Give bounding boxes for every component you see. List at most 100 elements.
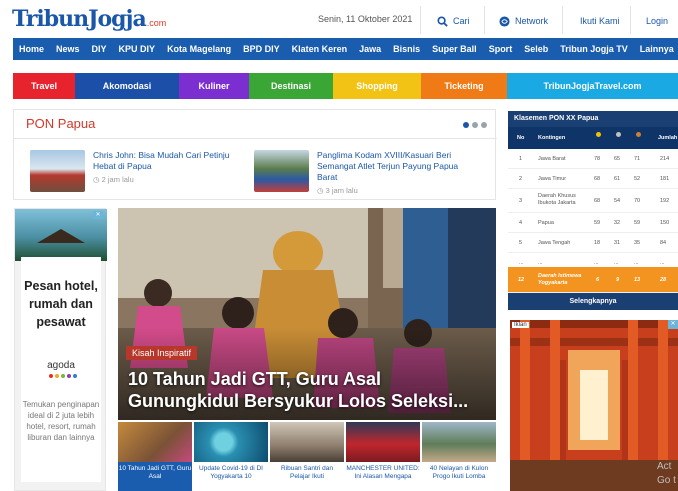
- ad-close-icon[interactable]: ✕: [93, 211, 103, 219]
- network-icon: [499, 15, 510, 27]
- category-tribunjogjatravel[interactable]: TribunJogjaTravel.com: [507, 73, 678, 99]
- news-headline[interactable]: Panglima Kodam XVIII/Kasuari Beri Semang…: [317, 150, 467, 183]
- nav-item-super-ball[interactable]: Super Ball: [426, 38, 483, 60]
- standings-row[interactable]: 3 Daerah Khusus Ibukota Jakarta 68 54 70…: [508, 189, 678, 213]
- strip-caption[interactable]: Update Covid-19 di DI Yogyakarta 10: [194, 462, 268, 491]
- strip-caption[interactable]: 10 Tahun Jadi GTT, Guru Asal: [118, 462, 192, 491]
- hut-shape: [37, 229, 85, 243]
- standings-row[interactable]: 4 Papua 59 32 59 150: [508, 213, 678, 233]
- nav-item-lainnya[interactable]: Lainnya: [634, 38, 678, 60]
- ad-label: Iklan: [512, 322, 529, 328]
- strip-item[interactable]: 40 Nelayan di Kulon Progo Ikuti Lomba: [422, 422, 496, 491]
- section-title[interactable]: PON Papua: [26, 116, 95, 131]
- strip-caption[interactable]: 40 Nelayan di Kulon Progo Ikuti Lomba: [422, 462, 496, 491]
- divider: [630, 6, 631, 34]
- right-ad-banner[interactable]: Iklan ✕: [510, 320, 678, 491]
- ad-close-icon[interactable]: ✕: [668, 320, 678, 329]
- standings-header-row: No Kontingen Jumlah: [508, 127, 678, 149]
- nav-item-home[interactable]: Home: [13, 38, 50, 60]
- standings-row[interactable]: 2 Jawa Timur 68 61 52 181: [508, 169, 678, 189]
- network-button[interactable]: Network: [499, 8, 548, 34]
- strip-thumbnail[interactable]: [346, 422, 420, 462]
- strip-caption[interactable]: Ribuan Santri dan Pelajar Ikuti: [270, 462, 344, 491]
- top-bar: TribunJogja .com Senin, 11 Oktober 2021 …: [0, 0, 678, 38]
- nav-item-kota-magelang[interactable]: Kota Magelang: [161, 38, 237, 60]
- nav-item-seleb[interactable]: Seleb: [518, 38, 554, 60]
- nav-item-tribun-jogja-tv[interactable]: Tribun Jogja TV: [554, 38, 634, 60]
- ad-headline: Pesan hotel, rumah dan pesawat: [24, 279, 98, 329]
- news-time: ◷ 3 jam lalu: [317, 186, 358, 195]
- hero-category-tag[interactable]: Kisah Inspiratif: [126, 346, 198, 360]
- news-thumbnail[interactable]: [254, 150, 309, 192]
- news-thumbnail[interactable]: [30, 150, 85, 192]
- current-date: Senin, 11 Oktober 2021: [318, 14, 413, 24]
- standings-row[interactable]: 5 Jawa Tengah 18 31 35 84: [508, 233, 678, 253]
- category-shopping[interactable]: Shopping: [333, 73, 421, 99]
- category-ticketing[interactable]: Ticketing: [421, 73, 507, 99]
- divider: [484, 6, 485, 34]
- nav-item-klaten-keren[interactable]: Klaten Keren: [286, 38, 354, 60]
- clock-icon: ◷: [93, 175, 102, 184]
- carousel-dots[interactable]: [463, 122, 487, 128]
- nav-item-diy[interactable]: DIY: [86, 38, 113, 60]
- hero-title[interactable]: 10 Tahun Jadi GTT, Guru Asal Gunungkidul…: [128, 368, 488, 412]
- watermark-text: Act Go t: [657, 461, 676, 486]
- strip-item[interactable]: Ribuan Santri dan Pelajar Ikuti: [270, 422, 344, 491]
- network-label: Network: [515, 16, 549, 26]
- nav-item-sport[interactable]: Sport: [483, 38, 519, 60]
- silver-medal-icon: [616, 132, 621, 137]
- col-no: No: [517, 135, 525, 141]
- category-destinasi[interactable]: Destinasi: [249, 73, 333, 99]
- clock-icon: ◷: [317, 186, 326, 195]
- main-nav: Home News DIY KPU DIY Kota Magelang BPD …: [13, 38, 678, 60]
- logo-text: TribunJogja: [12, 6, 147, 32]
- agoda-logo-dots: [49, 374, 77, 378]
- strip-item[interactable]: MANCHESTER UNITED: Ini Alasan Mengapa: [346, 422, 420, 491]
- strip-thumbnail[interactable]: [270, 422, 344, 462]
- strip-caption[interactable]: MANCHESTER UNITED: Ini Alasan Mengapa: [346, 462, 420, 491]
- strip-thumbnail[interactable]: [118, 422, 192, 462]
- follow-button[interactable]: Ikuti Kami: [580, 8, 620, 34]
- divider: [562, 6, 563, 34]
- headline-thumbnail-strip: 10 Tahun Jadi GTT, Guru Asal Update Covi…: [118, 422, 496, 491]
- search-button[interactable]: Cari: [437, 8, 470, 34]
- col-jumlah: Jumlah: [658, 135, 678, 141]
- bronze-medal-icon: [636, 132, 641, 137]
- site-logo[interactable]: TribunJogja .com: [12, 6, 166, 32]
- carousel-dot[interactable]: [463, 122, 469, 128]
- travel-category-bar: Travel Akomodasi Kuliner Destinasi Shopp…: [13, 73, 678, 99]
- search-label: Cari: [453, 16, 470, 26]
- strip-item[interactable]: Update Covid-19 di DI Yogyakarta 10: [194, 422, 268, 491]
- nav-item-jawa[interactable]: Jawa: [353, 38, 387, 60]
- nav-item-kpu-diy[interactable]: KPU DIY: [113, 38, 162, 60]
- nav-item-bisnis[interactable]: Bisnis: [387, 38, 426, 60]
- pon-news-item[interactable]: Panglima Kodam XVIII/Kasuari Beri Semang…: [254, 150, 489, 195]
- headline-hero[interactable]: Kisah Inspiratif 10 Tahun Jadi GTT, Guru…: [118, 208, 496, 420]
- standings-row[interactable]: 1 Jawa Barat 78 65 71 214: [508, 149, 678, 169]
- pon-news-item[interactable]: Chris John: Bisa Mudah Cari Petinju Heba…: [30, 150, 240, 192]
- logo-suffix: .com: [146, 18, 167, 28]
- nav-item-news[interactable]: News: [50, 38, 86, 60]
- category-kuliner[interactable]: Kuliner: [179, 73, 249, 99]
- divider: [14, 138, 497, 139]
- standings-more-link[interactable]: Selengkapnya: [508, 293, 678, 310]
- carousel-dot[interactable]: [481, 122, 487, 128]
- category-travel[interactable]: Travel: [13, 73, 75, 99]
- strip-item[interactable]: 10 Tahun Jadi GTT, Guru Asal: [118, 422, 192, 491]
- standings-row-highlight[interactable]: 12 Daerah Istimewa Yogyakarta 6 9 13 28: [508, 267, 678, 293]
- carousel-dot[interactable]: [472, 122, 478, 128]
- divider: [420, 6, 421, 34]
- agoda-logo: agoda: [47, 360, 75, 371]
- login-button[interactable]: Login: [646, 8, 668, 34]
- nav-item-bpd-diy[interactable]: BPD DIY: [237, 38, 286, 60]
- pon-papua-section: PON Papua Chris John: Bisa Mudah Cari Pe…: [13, 109, 497, 200]
- agoda-ad[interactable]: ✕ Pesan hotel, rumah dan pesawat agoda T…: [14, 208, 107, 491]
- strip-thumbnail[interactable]: [194, 422, 268, 462]
- ad-body: Temukan penginapan ideal di 2 juta lebih…: [22, 400, 100, 442]
- category-akomodasi[interactable]: Akomodasi: [75, 73, 179, 99]
- news-headline[interactable]: Chris John: Bisa Mudah Cari Petinju Heba…: [93, 150, 238, 172]
- strip-thumbnail[interactable]: [422, 422, 496, 462]
- pon-standings-table: Klasemen PON XX Papua No Kontingen Jumla…: [508, 111, 678, 310]
- search-icon: [437, 15, 448, 27]
- col-kontingen: Kontingen: [538, 135, 566, 141]
